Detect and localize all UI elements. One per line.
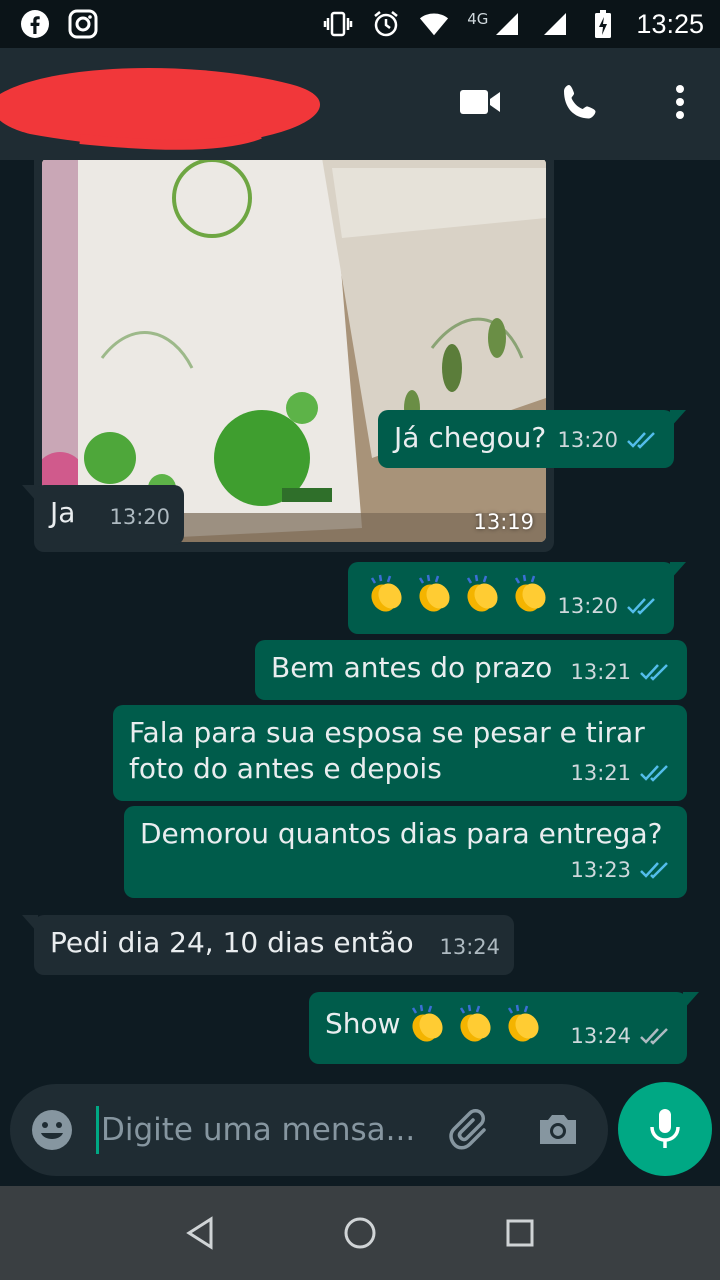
incoming-message[interactable]: Pedi dia 24, 10 dias então 13:24 — [22, 915, 514, 975]
message-text: Show — [325, 1007, 401, 1040]
message-meta: 13:21 — [570, 654, 673, 690]
message-meta: 13:24 — [570, 1018, 673, 1054]
clapping-hands-icon — [514, 574, 546, 612]
outgoing-message[interactable]: Show 13:24 — [309, 992, 699, 1064]
message-time: 13:24 — [439, 935, 500, 959]
network-type-label: 4G — [467, 10, 489, 28]
nav-recents-icon[interactable] — [498, 1211, 542, 1255]
delivered-receipt-icon — [640, 1028, 668, 1045]
emoji-icon[interactable] — [30, 1108, 74, 1152]
bubble-tail — [22, 915, 38, 933]
clapping-hands-icon — [466, 574, 498, 612]
instagram-icon — [68, 9, 98, 39]
message-time: 13:20 — [557, 594, 618, 618]
outgoing-message[interactable]: Já chegou? 13:20 — [378, 410, 686, 468]
read-receipt-icon — [627, 432, 655, 449]
clapping-hands-icon — [418, 574, 450, 612]
message-meta: 13:20 — [557, 422, 660, 458]
microphone-icon — [650, 1109, 680, 1148]
message-text: Pedi dia 24, 10 dias então — [50, 926, 414, 959]
status-time: 13:25 — [636, 8, 704, 39]
voice-message-button[interactable] — [618, 1082, 712, 1176]
attachment-icon[interactable] — [448, 1106, 496, 1154]
outgoing-emoji-message[interactable]: 13:20 — [348, 562, 686, 634]
message-input[interactable] — [96, 1106, 426, 1154]
more-options-icon[interactable] — [658, 80, 702, 124]
nav-home-icon[interactable] — [338, 1211, 382, 1255]
outgoing-message[interactable]: Demorou quantos dias para entrega? 13:23 — [124, 806, 687, 898]
read-receipt-icon — [627, 598, 655, 615]
message-time: 13:21 — [570, 761, 631, 785]
video-call-icon[interactable] — [458, 80, 502, 124]
read-receipt-icon — [640, 862, 668, 879]
redacted-contact-name[interactable] — [0, 54, 335, 154]
read-receipt-icon — [640, 765, 668, 782]
signal-icon — [492, 9, 522, 39]
voice-call-icon[interactable] — [558, 80, 602, 124]
incoming-message[interactable]: Ja 13:20 — [22, 485, 184, 545]
signal-icon — [540, 9, 570, 39]
message-time: 13:20 — [557, 428, 618, 452]
clapping-hands-icon — [459, 1004, 491, 1042]
message-text: Ja — [50, 496, 76, 529]
facebook-icon — [20, 9, 50, 39]
alarm-icon — [371, 9, 401, 39]
message-meta: 13:23 — [570, 852, 673, 888]
battery-charging-icon — [588, 9, 618, 39]
read-receipt-icon — [640, 664, 668, 681]
message-composer — [10, 1084, 608, 1176]
message-time: 13:20 — [109, 505, 170, 529]
clapping-hands-icon — [507, 1004, 539, 1042]
bubble-tail — [683, 992, 699, 1010]
outgoing-message[interactable]: Bem antes do prazo 13:21 — [255, 640, 687, 700]
message-time: 13:21 — [570, 660, 631, 684]
message-meta: 13:24 — [439, 929, 500, 965]
chat-header — [0, 48, 720, 160]
nav-back-icon[interactable] — [178, 1211, 222, 1255]
message-time: 13:19 — [473, 510, 534, 534]
camera-icon[interactable] — [534, 1106, 582, 1154]
message-meta: 13:21 — [570, 755, 673, 791]
message-time: 13:24 — [570, 1024, 631, 1048]
message-time: 13:23 — [570, 858, 631, 882]
clapping-hands-icon — [411, 1004, 443, 1042]
message-text: Já chegou? — [394, 421, 547, 454]
chat-area[interactable]: 13:19 Já chegou? 13:20 Ja 13:20 13:20 Be… — [0, 160, 720, 1080]
status-bar: 4G 13:25 — [0, 0, 720, 48]
message-text: Bem antes do prazo — [271, 651, 553, 684]
vibrate-icon — [323, 9, 353, 39]
bubble-tail — [670, 562, 686, 580]
outgoing-message[interactable]: Fala para sua esposa se pesar e tirar fo… — [113, 705, 687, 801]
clapping-hands-icon — [370, 574, 402, 612]
system-nav-bar — [0, 1186, 720, 1280]
message-meta: 13:20 — [557, 588, 660, 624]
message-text-line: Fala para sua esposa se pesar e tirar — [129, 716, 645, 749]
message-text: Demorou quantos dias para entrega? — [140, 817, 663, 850]
wifi-icon — [419, 9, 449, 39]
bubble-tail — [22, 485, 38, 503]
bubble-tail — [670, 410, 686, 428]
message-meta: 13:20 — [109, 499, 170, 535]
